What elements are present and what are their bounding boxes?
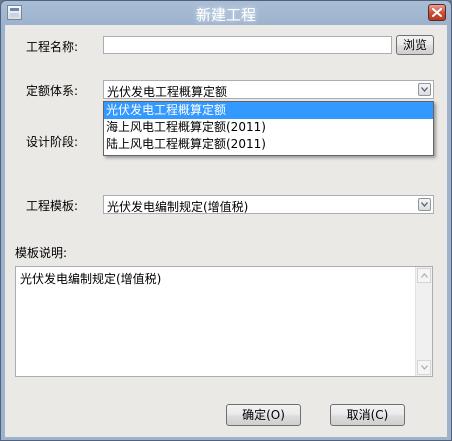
project-name-label: 工程名称: xyxy=(26,40,79,54)
scroll-up-button[interactable] xyxy=(417,268,431,283)
template-dropdown-button[interactable] xyxy=(418,198,431,211)
quota-system-select[interactable]: 光伏发电工程概算定额 xyxy=(103,80,434,99)
scroll-down-icon xyxy=(421,365,428,370)
design-stage-label: 设计阶段: xyxy=(26,135,79,149)
browse-button[interactable]: 浏览 xyxy=(396,35,434,55)
scroll-down-button[interactable] xyxy=(417,360,431,375)
vertical-scrollbar[interactable] xyxy=(415,267,432,376)
dialog-window: 新建工程 工程名称: 浏览 定额体系: 光伏发电工程概算定额 设计阶段: 工程模… xyxy=(0,0,452,441)
template-desc-label: 模板说明: xyxy=(15,246,68,260)
template-desc-textarea[interactable]: 光伏发电编制规定(增值税) xyxy=(15,266,433,377)
quota-system-label: 定额体系: xyxy=(26,84,79,98)
dropdown-option[interactable]: 光伏发电工程概算定额 xyxy=(104,102,433,119)
ok-button[interactable]: 确定(O) xyxy=(226,404,301,426)
title-bar[interactable]: 新建工程 xyxy=(1,1,451,25)
quota-system-value: 光伏发电工程概算定额 xyxy=(107,85,228,99)
dialog-body: 工程名称: 浏览 定额体系: 光伏发电工程概算定额 设计阶段: 工程模板: 光伏… xyxy=(5,25,447,437)
template-desc-text: 光伏发电编制规定(增值税) xyxy=(20,272,162,286)
cancel-button[interactable]: 取消(C) xyxy=(330,404,405,426)
dropdown-option[interactable]: 陆上风电工程概算定额(2011) xyxy=(104,136,433,153)
template-select[interactable]: 光伏发电编制规定(增值税) xyxy=(103,195,434,214)
close-button[interactable] xyxy=(428,4,446,21)
scroll-up-icon xyxy=(421,273,428,278)
window-title: 新建工程 xyxy=(195,6,256,24)
template-label: 工程模板: xyxy=(26,199,79,213)
quota-system-dropdown-button[interactable] xyxy=(418,83,431,96)
close-icon xyxy=(432,8,442,17)
dropdown-option[interactable]: 海上风电工程概算定额(2011) xyxy=(104,119,433,136)
project-name-input[interactable] xyxy=(103,36,392,54)
quota-system-dropdown-list: 光伏发电工程概算定额 海上风电工程概算定额(2011) 陆上风电工程概算定额(2… xyxy=(103,101,434,156)
chevron-down-icon xyxy=(421,202,428,207)
chevron-down-icon xyxy=(421,87,428,92)
template-value: 光伏发电编制规定(增值税) xyxy=(107,200,249,214)
